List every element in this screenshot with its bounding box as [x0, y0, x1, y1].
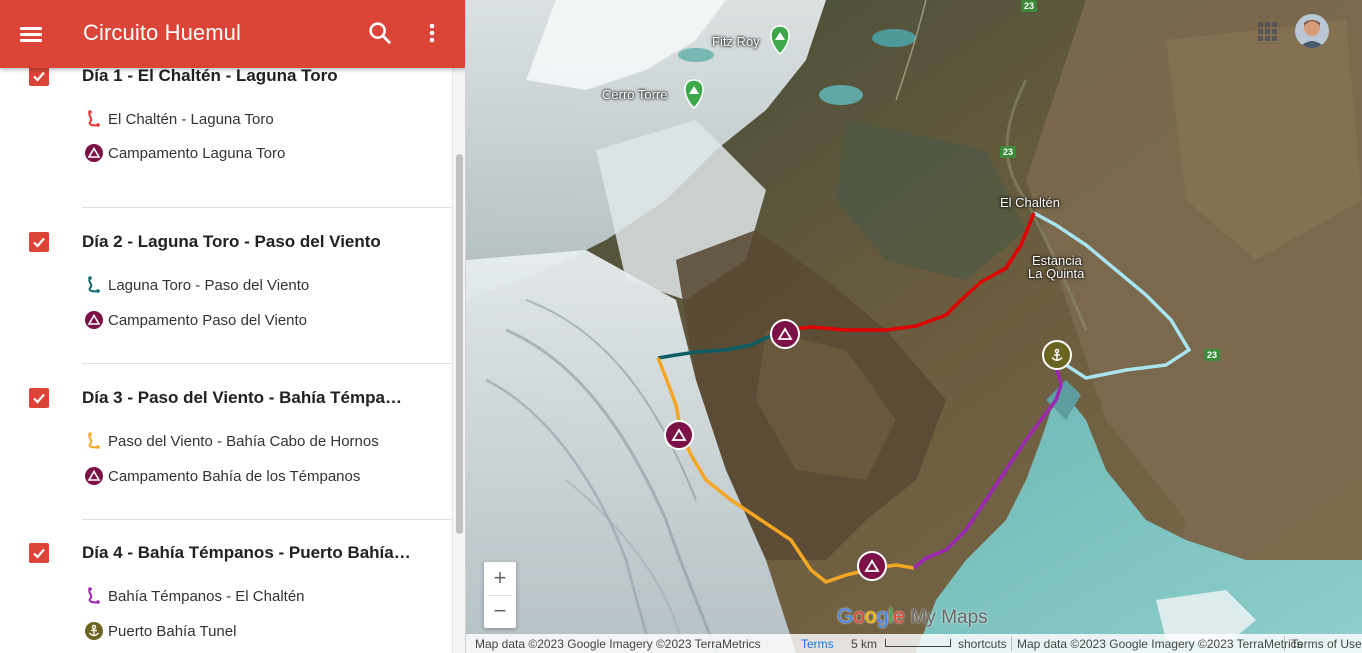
route-icon — [84, 431, 104, 451]
satellite-imagery — [466, 0, 1362, 653]
scrollbar-thumb[interactable] — [456, 154, 463, 534]
route-23-shield: 23 — [1021, 0, 1038, 12]
layer-divider — [82, 519, 452, 520]
layer-title[interactable]: Día 4 - Bahía Témpanos - Puerto Bahía T.… — [82, 543, 412, 563]
layer-title[interactable]: Día 3 - Paso del Viento - Bahía Témpanos — [82, 388, 412, 408]
layer-title[interactable]: Día 2 - Laguna Toro - Paso del Viento — [82, 232, 381, 252]
layer-checkbox[interactable] — [29, 232, 49, 252]
tent-icon — [84, 466, 104, 486]
zoom-out-button[interactable]: − — [484, 595, 516, 628]
layer-divider — [82, 207, 452, 208]
layer-checkbox[interactable] — [29, 543, 49, 563]
menu-icon[interactable] — [16, 20, 46, 48]
list-item[interactable]: Campamento Paso del Viento — [80, 307, 440, 333]
fitz-roy-label: Fitz Roy — [712, 34, 760, 49]
cerro-torre-label: Cerro Torre — [602, 87, 668, 102]
item-label: Bahía Témpanos - El Chaltén — [108, 588, 305, 605]
la-quinta-label: La Quinta — [1028, 266, 1085, 281]
item-label: Laguna Toro - Paso del Viento — [108, 277, 310, 294]
attribution-separator — [1011, 636, 1012, 651]
scale-label[interactable]: 5 km — [851, 637, 877, 651]
map-data-attribution: Map data ©2023 Google Imagery ©2023 Terr… — [475, 637, 761, 651]
layer-day-4: Día 4 - Bahía Témpanos - Puerto Bahía T.… — [0, 526, 452, 653]
el-chalten-label: El Chaltén — [1000, 195, 1060, 210]
map-data-attribution-right: Map data ©2023 Google Imagery ©2023 Terr… — [1017, 637, 1303, 651]
layers-list: Día 1 - El Chaltén - Laguna Toro El Chal… — [0, 68, 452, 653]
search-icon[interactable] — [366, 19, 394, 47]
route-icon — [84, 586, 104, 606]
zoom-control: + − — [484, 562, 516, 628]
item-label: Campamento Paso del Viento — [108, 312, 308, 329]
map-title[interactable]: Circuito Huemul — [83, 20, 241, 46]
campamento-paso-del-viento-marker[interactable] — [664, 420, 694, 450]
attribution-separator — [1284, 636, 1285, 651]
route-icon — [84, 109, 104, 129]
app-bar: Circuito Huemul — [0, 0, 465, 68]
scale-bar — [885, 639, 951, 647]
item-label: Paso del Viento - Bahía Cabo de Hornos — [108, 433, 379, 450]
list-item[interactable]: Laguna Toro - Paso del Viento — [80, 272, 440, 298]
terms-of-use-link[interactable]: Terms of Use — [1291, 637, 1362, 651]
item-label: El Chaltén - Laguna Toro — [108, 111, 274, 128]
anchor-icon — [84, 621, 104, 641]
item-label: Campamento Laguna Toro — [108, 145, 286, 162]
map-canvas[interactable]: Fitz Roy Cerro Torre El Chaltén Estancia… — [466, 0, 1362, 653]
apps-grid-icon[interactable] — [1256, 20, 1278, 42]
layer-checkbox[interactable] — [29, 388, 49, 408]
layer-day-1: Día 1 - El Chaltén - Laguna Toro El Chal… — [0, 68, 452, 214]
google-my-maps-logo: Google My Maps — [837, 605, 988, 628]
attribution-bar: Map data ©2023 Google Imagery ©2023 Terr… — [466, 634, 1362, 653]
list-item[interactable]: Paso del Viento - Bahía Cabo de Hornos — [80, 428, 440, 454]
keyboard-shortcuts-link[interactable]: shortcuts — [958, 637, 1007, 651]
list-item[interactable]: Puerto Bahía Tunel — [80, 618, 440, 644]
layer-checkbox[interactable] — [29, 68, 49, 86]
puerto-bahia-tunel-marker[interactable] — [1042, 340, 1072, 370]
item-label: Campamento Bahía de los Témpanos — [108, 468, 361, 485]
route-23-shield: 23 — [1000, 146, 1017, 158]
layer-day-3: Día 3 - Paso del Viento - Bahía Témpanos… — [0, 370, 452, 526]
campamento-laguna-toro-marker[interactable] — [770, 319, 800, 349]
campamento-bahia-tempanos-marker[interactable] — [857, 551, 887, 581]
tent-icon — [84, 310, 104, 330]
sidebar-scrollbar[interactable] — [452, 68, 465, 653]
route-icon — [84, 275, 104, 295]
item-label: Puerto Bahía Tunel — [108, 623, 237, 640]
terms-link[interactable]: Terms — [801, 637, 834, 651]
layer-divider — [82, 363, 452, 364]
list-item[interactable]: El Chaltén - Laguna Toro — [80, 106, 440, 132]
layer-day-2: Día 2 - Laguna Toro - Paso del Viento La… — [0, 214, 452, 370]
avatar[interactable] — [1295, 14, 1329, 48]
route-23-shield: 23 — [1204, 349, 1221, 361]
list-item[interactable]: Bahía Témpanos - El Chaltén — [80, 583, 440, 609]
list-item[interactable]: Campamento Bahía de los Témpanos — [80, 463, 440, 489]
sidebar-panel: Circuito Huemul Día 1 - El Chaltén - Lag… — [0, 0, 466, 653]
list-item[interactable]: Campamento Laguna Toro — [80, 140, 440, 166]
my-maps-app: Circuito Huemul Día 1 - El Chaltén - Lag… — [0, 0, 1362, 653]
layer-title[interactable]: Día 1 - El Chaltén - Laguna Toro — [82, 68, 338, 86]
zoom-in-button[interactable]: + — [484, 562, 516, 595]
tent-icon — [84, 143, 104, 163]
more-vert-icon[interactable] — [418, 18, 446, 48]
